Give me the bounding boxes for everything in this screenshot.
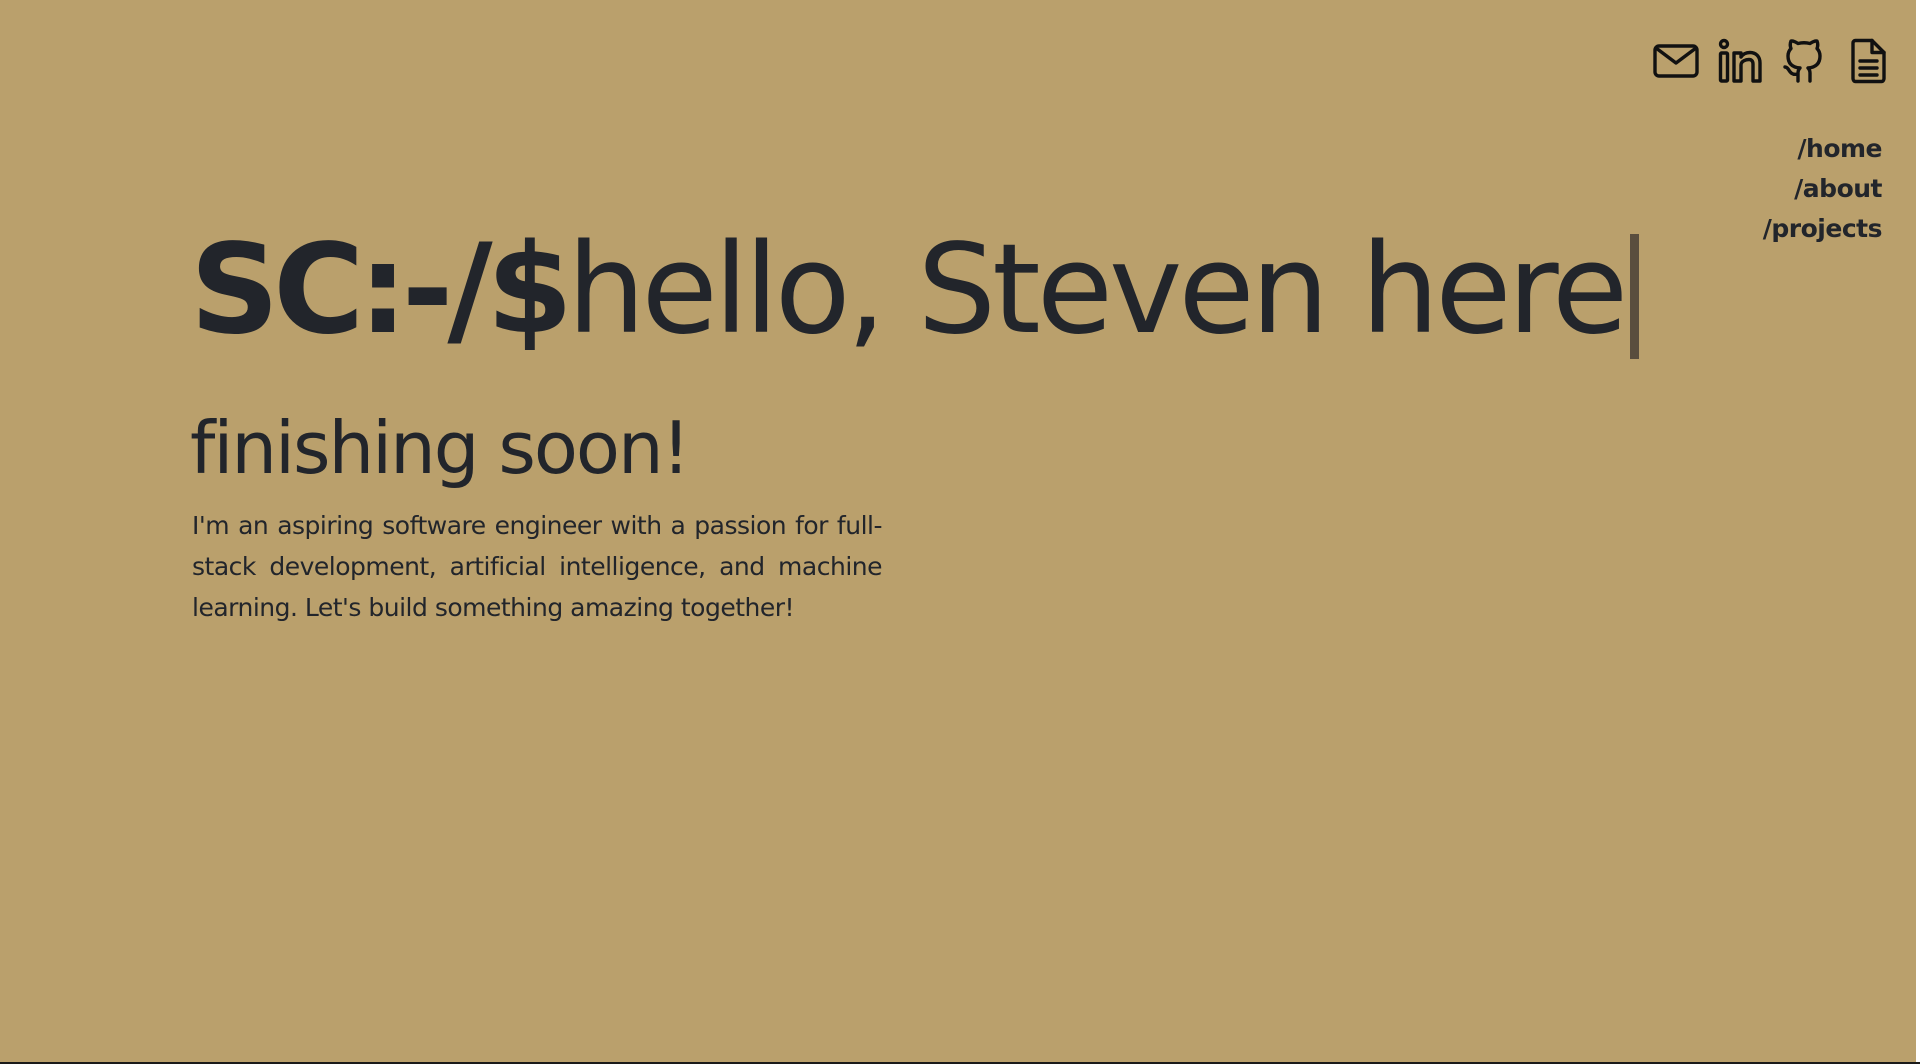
linkedin-icon[interactable] <box>1716 36 1764 86</box>
document-icon[interactable] <box>1844 36 1892 86</box>
mail-icon[interactable] <box>1652 36 1700 86</box>
nav-item-home[interactable]: /home <box>1797 130 1882 167</box>
typing-cursor <box>1630 233 1640 359</box>
bio-paragraph: I'm an aspiring software engineer with a… <box>192 511 883 622</box>
github-icon[interactable] <box>1780 36 1828 86</box>
greeting-text: hello, Steven here <box>566 218 1628 362</box>
nav-item-projects[interactable]: /projects <box>1763 210 1883 247</box>
landing-page: /home /about /projects SC:-/$ hello, Stev… <box>0 0 1916 1062</box>
main-nav: /home /about /projects <box>1763 130 1883 247</box>
terminal-prompt: SC:-/$ <box>190 218 573 362</box>
hero-heading: SC:-/$ hello, Steven here <box>190 215 1640 365</box>
subtitle: finishing soon! <box>190 406 690 490</box>
social-links <box>1652 36 1892 86</box>
nav-item-about[interactable]: /about <box>1794 170 1882 207</box>
